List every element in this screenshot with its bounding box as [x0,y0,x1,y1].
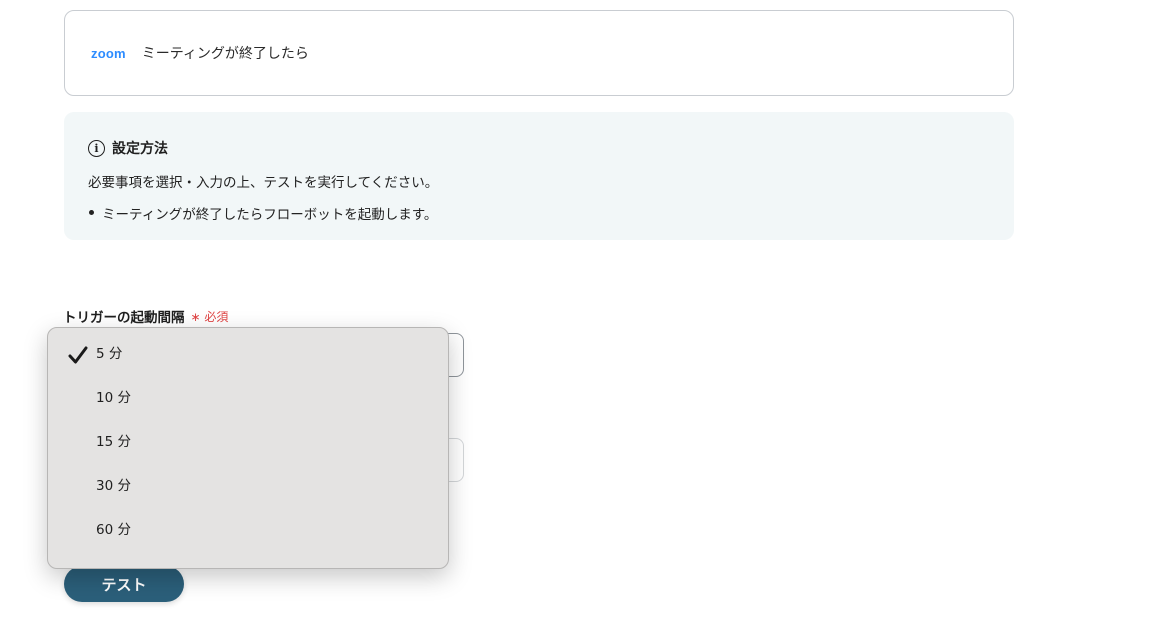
info-list: ミーティングが終了したらフローボットを起動します。 [88,203,990,223]
info-box: i 設定方法 必要事項を選択・入力の上、テストを実行してください。 ミーティング… [64,112,1014,240]
dropdown-option-5[interactable]: 5 分 [48,330,448,374]
dropdown-option-label: 30 分 [96,478,131,494]
info-title: 設定方法 [112,141,168,157]
checkmark-icon [68,346,88,364]
dropdown-option-30[interactable]: 30 分 [48,462,448,506]
dropdown-option-label: 15 分 [96,434,131,450]
dropdown-option-10[interactable]: 10 分 [48,374,448,418]
dropdown-option-60[interactable]: 60 分 [48,506,448,550]
field-label: トリガーの起動間隔 ∗ 必須 [63,306,229,327]
required-badge: ∗ 必須 [191,308,229,325]
zoom-logo: zoom [91,45,126,61]
page: zoom ミーティングが終了したら i 設定方法 必要事項を選択・入力の上、テス… [0,0,1156,642]
required-asterisk-icon: ∗ [190,309,201,324]
info-heading: i 設定方法 [88,138,990,158]
dropdown-option-label: 60 分 [96,522,131,538]
test-button[interactable]: テスト [64,566,184,602]
trigger-label: ミーティングが終了したら [141,46,309,62]
dropdown-option-15[interactable]: 15 分 [48,418,448,462]
info-description: 必要事項を選択・入力の上、テストを実行してください。 [88,175,439,191]
field-label-text: トリガーの起動間隔 [63,310,185,326]
info-icon: i [88,139,105,157]
interval-dropdown-menu[interactable]: 5 分 10 分 15 分 30 分 60 分 [47,327,449,569]
dropdown-option-label: 10 分 [96,390,131,406]
dropdown-option-label: 5 分 [96,346,123,362]
info-list-item: ミーティングが終了したらフローボットを起動します。 [89,203,990,223]
required-text: 必須 [204,309,229,324]
trigger-card[interactable]: zoom ミーティングが終了したら [64,10,1014,96]
